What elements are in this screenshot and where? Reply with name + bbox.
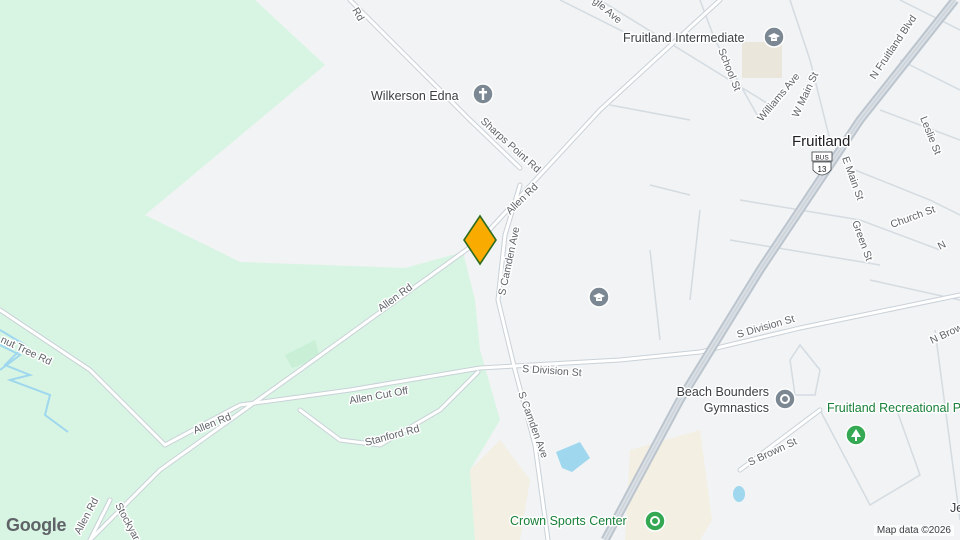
poi-label: Beach Bounders bbox=[677, 385, 769, 399]
poi-label: Fruitland Recreational Park bbox=[827, 401, 960, 415]
poi-label: Fruitland Intermediate bbox=[623, 31, 745, 45]
poi-label: Crown Sports Center bbox=[510, 514, 627, 528]
google-logo[interactable]: Google bbox=[6, 515, 67, 536]
shield-top-label: BUS bbox=[815, 154, 829, 161]
us-13-shield-icon: BUS 13 bbox=[811, 151, 833, 176]
map-attribution[interactable]: Map data ©2026 bbox=[873, 525, 954, 536]
cross-icon bbox=[472, 83, 494, 105]
poi-label-partial[interactable]: Je bbox=[949, 500, 960, 517]
poi-label: Wilkerson Edna bbox=[371, 89, 459, 103]
school-icon-unlabeled[interactable] bbox=[588, 286, 610, 308]
gym-icon bbox=[774, 388, 796, 410]
school-icon bbox=[763, 26, 785, 48]
map-canvas[interactable]: Rd gle Ave Sharps Point Rd Allen Rd S Ca… bbox=[0, 0, 960, 540]
park-icon bbox=[845, 424, 867, 446]
poi-label: Gymnastics bbox=[704, 401, 769, 415]
sports-icon bbox=[644, 510, 666, 532]
shield-number: 13 bbox=[818, 165, 827, 174]
town-label: Fruitland bbox=[792, 133, 850, 150]
pond-small bbox=[733, 486, 745, 502]
